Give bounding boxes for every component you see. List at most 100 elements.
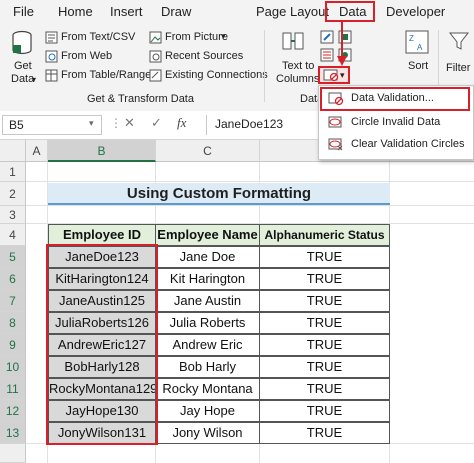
cell-employee-name[interactable]: Rocky Montana xyxy=(155,378,260,400)
cell-employee-name[interactable]: Jane Austin xyxy=(155,290,260,312)
cell-alphanumeric-status[interactable]: TRUE xyxy=(259,356,390,378)
tab-developer[interactable]: Developer xyxy=(386,3,445,21)
text-file-icon xyxy=(45,31,58,44)
text-to-columns-button[interactable]: Text to Columns xyxy=(270,28,319,88)
recent-sources-button[interactable]: Recent Sources xyxy=(165,50,243,63)
sort-button[interactable]: ZA Sort xyxy=(400,28,434,88)
filter-label: Filter xyxy=(446,62,471,74)
menu-item-circle-invalid-label: Circle Invalid Data xyxy=(351,116,441,128)
cell-employee-id[interactable]: JayHope130 xyxy=(48,400,156,422)
funnel-icon xyxy=(448,32,470,50)
select-all-corner[interactable] xyxy=(0,140,26,162)
cell-employee-name[interactable]: Kit Harington xyxy=(155,268,260,290)
row-header-2[interactable]: 2 xyxy=(0,182,26,206)
row-header-3[interactable]: 3 xyxy=(0,206,26,224)
menu-item-circle-invalid-data[interactable]: Circle Invalid Data xyxy=(319,112,473,134)
name-box[interactable]: B5 ▾ xyxy=(2,115,102,135)
row-header-9[interactable]: 9 xyxy=(0,334,26,356)
table-icon xyxy=(45,69,58,82)
row-header-10[interactable]: 10 xyxy=(0,356,26,378)
cell-alphanumeric-status[interactable]: TRUE xyxy=(259,246,390,268)
cell-employee-id[interactable]: BobHarly128 xyxy=(48,356,156,378)
header-alphanumeric-status[interactable]: Alphanumeric Status xyxy=(259,224,390,246)
from-text-csv-button[interactable]: From Text/CSV xyxy=(61,31,135,44)
menu-item-clear-validation-circles[interactable]: Clear Validation Circles xyxy=(319,134,473,156)
chevron-down-icon: ▾ xyxy=(340,70,345,80)
tab-insert[interactable]: Insert xyxy=(110,3,143,21)
cell-alphanumeric-status[interactable]: TRUE xyxy=(259,268,390,290)
web-icon xyxy=(45,50,58,63)
cell-employee-id[interactable]: JonyWilson131 xyxy=(48,422,156,444)
row-header-1[interactable]: 1 xyxy=(0,162,26,182)
cell-alphanumeric-status[interactable]: TRUE xyxy=(259,290,390,312)
from-picture-button[interactable]: From Picture xyxy=(165,31,228,44)
cell-employee-id[interactable]: AndrewEric127 xyxy=(48,334,156,356)
cell-alphanumeric-status[interactable]: TRUE xyxy=(259,312,390,334)
menu-item-clear-circles-label: Clear Validation Circles xyxy=(351,138,465,150)
row-header-12[interactable]: 12 xyxy=(0,400,26,422)
get-data-label-2: Data xyxy=(11,73,35,85)
flash-fill-icon[interactable] xyxy=(320,30,334,44)
cell-employee-name[interactable]: Jay Hope xyxy=(155,400,260,422)
cell-alphanumeric-status[interactable]: TRUE xyxy=(259,422,390,444)
gridline xyxy=(26,205,474,206)
name-box-value: B5 xyxy=(9,118,24,132)
annotation-arrow-icon xyxy=(337,22,347,66)
chevron-down-icon: ▾ xyxy=(32,75,37,84)
column-header-b[interactable]: B xyxy=(48,140,156,162)
row-header-8[interactable]: 8 xyxy=(0,312,26,334)
enter-check-icon[interactable]: ✓ xyxy=(151,115,162,131)
data-validation-button[interactable]: ▾ xyxy=(318,66,350,84)
from-table-range-button[interactable]: From Table/Range xyxy=(61,69,151,82)
cell-employee-id[interactable]: JaneAustin125 xyxy=(48,290,156,312)
tab-home[interactable]: Home xyxy=(58,3,93,21)
cell-employee-name[interactable]: Jane Doe xyxy=(155,246,260,268)
row-header-5[interactable]: 5 xyxy=(0,246,26,268)
circle-invalid-icon xyxy=(328,116,342,128)
remove-duplicates-icon[interactable] xyxy=(320,48,334,62)
text-to-columns-icon xyxy=(282,32,304,50)
column-header-a[interactable]: A xyxy=(26,140,48,162)
sort-icon: ZA xyxy=(405,30,429,54)
from-web-button[interactable]: From Web xyxy=(61,50,112,63)
cell-employee-name[interactable]: Bob Harly xyxy=(155,356,260,378)
cell-alphanumeric-status[interactable]: TRUE xyxy=(259,334,390,356)
header-employee-id[interactable]: Employee ID xyxy=(48,224,156,246)
database-icon xyxy=(12,30,32,55)
existing-connections-button[interactable]: Existing Connections xyxy=(165,69,268,82)
picture-icon xyxy=(149,31,162,44)
cancel-icon[interactable]: ✕ xyxy=(124,115,135,131)
row-header-4[interactable]: 4 xyxy=(0,224,26,246)
cell-employee-name[interactable]: Julia Roberts xyxy=(155,312,260,334)
cell-employee-id[interactable]: JaneDoe123 xyxy=(48,246,156,268)
row-header-11[interactable]: 11 xyxy=(0,378,26,400)
data-validation-icon xyxy=(323,69,339,82)
cell-employee-id[interactable]: RockyMontana129 xyxy=(48,378,156,400)
insert-function-icon[interactable]: fx xyxy=(177,115,186,131)
group-separator xyxy=(438,30,439,88)
cell-employee-id[interactable]: KitHarington124 xyxy=(48,268,156,290)
table-title[interactable]: Using Custom Formatting xyxy=(48,183,390,205)
filter-button[interactable]: Filter xyxy=(443,28,473,88)
get-data-button[interactable]: Get Data ▾ xyxy=(6,28,40,88)
cell-alphanumeric-status[interactable]: TRUE xyxy=(259,378,390,400)
row-header-14[interactable] xyxy=(0,444,26,463)
clear-circles-icon xyxy=(328,138,343,151)
cell-alphanumeric-status[interactable]: TRUE xyxy=(259,400,390,422)
get-data-label-1: Get xyxy=(14,60,32,72)
cell-employee-name[interactable]: Jony Wilson xyxy=(155,422,260,444)
formula-input-value: JaneDoe123 xyxy=(215,117,284,131)
row-header-13[interactable]: 13 xyxy=(0,422,26,444)
column-header-c[interactable]: C xyxy=(156,140,260,162)
row-header-6[interactable]: 6 xyxy=(0,268,26,290)
row-header-7[interactable]: 7 xyxy=(0,290,26,312)
tab-draw[interactable]: Draw xyxy=(161,3,191,21)
cell-employee-id[interactable]: JuliaRoberts126 xyxy=(48,312,156,334)
cell-employee-name[interactable]: Andrew Eric xyxy=(155,334,260,356)
svg-text:A: A xyxy=(417,43,423,52)
tab-file[interactable]: File xyxy=(13,3,34,21)
tab-page-layout-label[interactable]: Page Layout xyxy=(256,3,329,21)
menu-item-highlight xyxy=(320,87,470,111)
tab-data-highlight xyxy=(325,1,375,22)
header-employee-name[interactable]: Employee Name xyxy=(155,224,260,246)
